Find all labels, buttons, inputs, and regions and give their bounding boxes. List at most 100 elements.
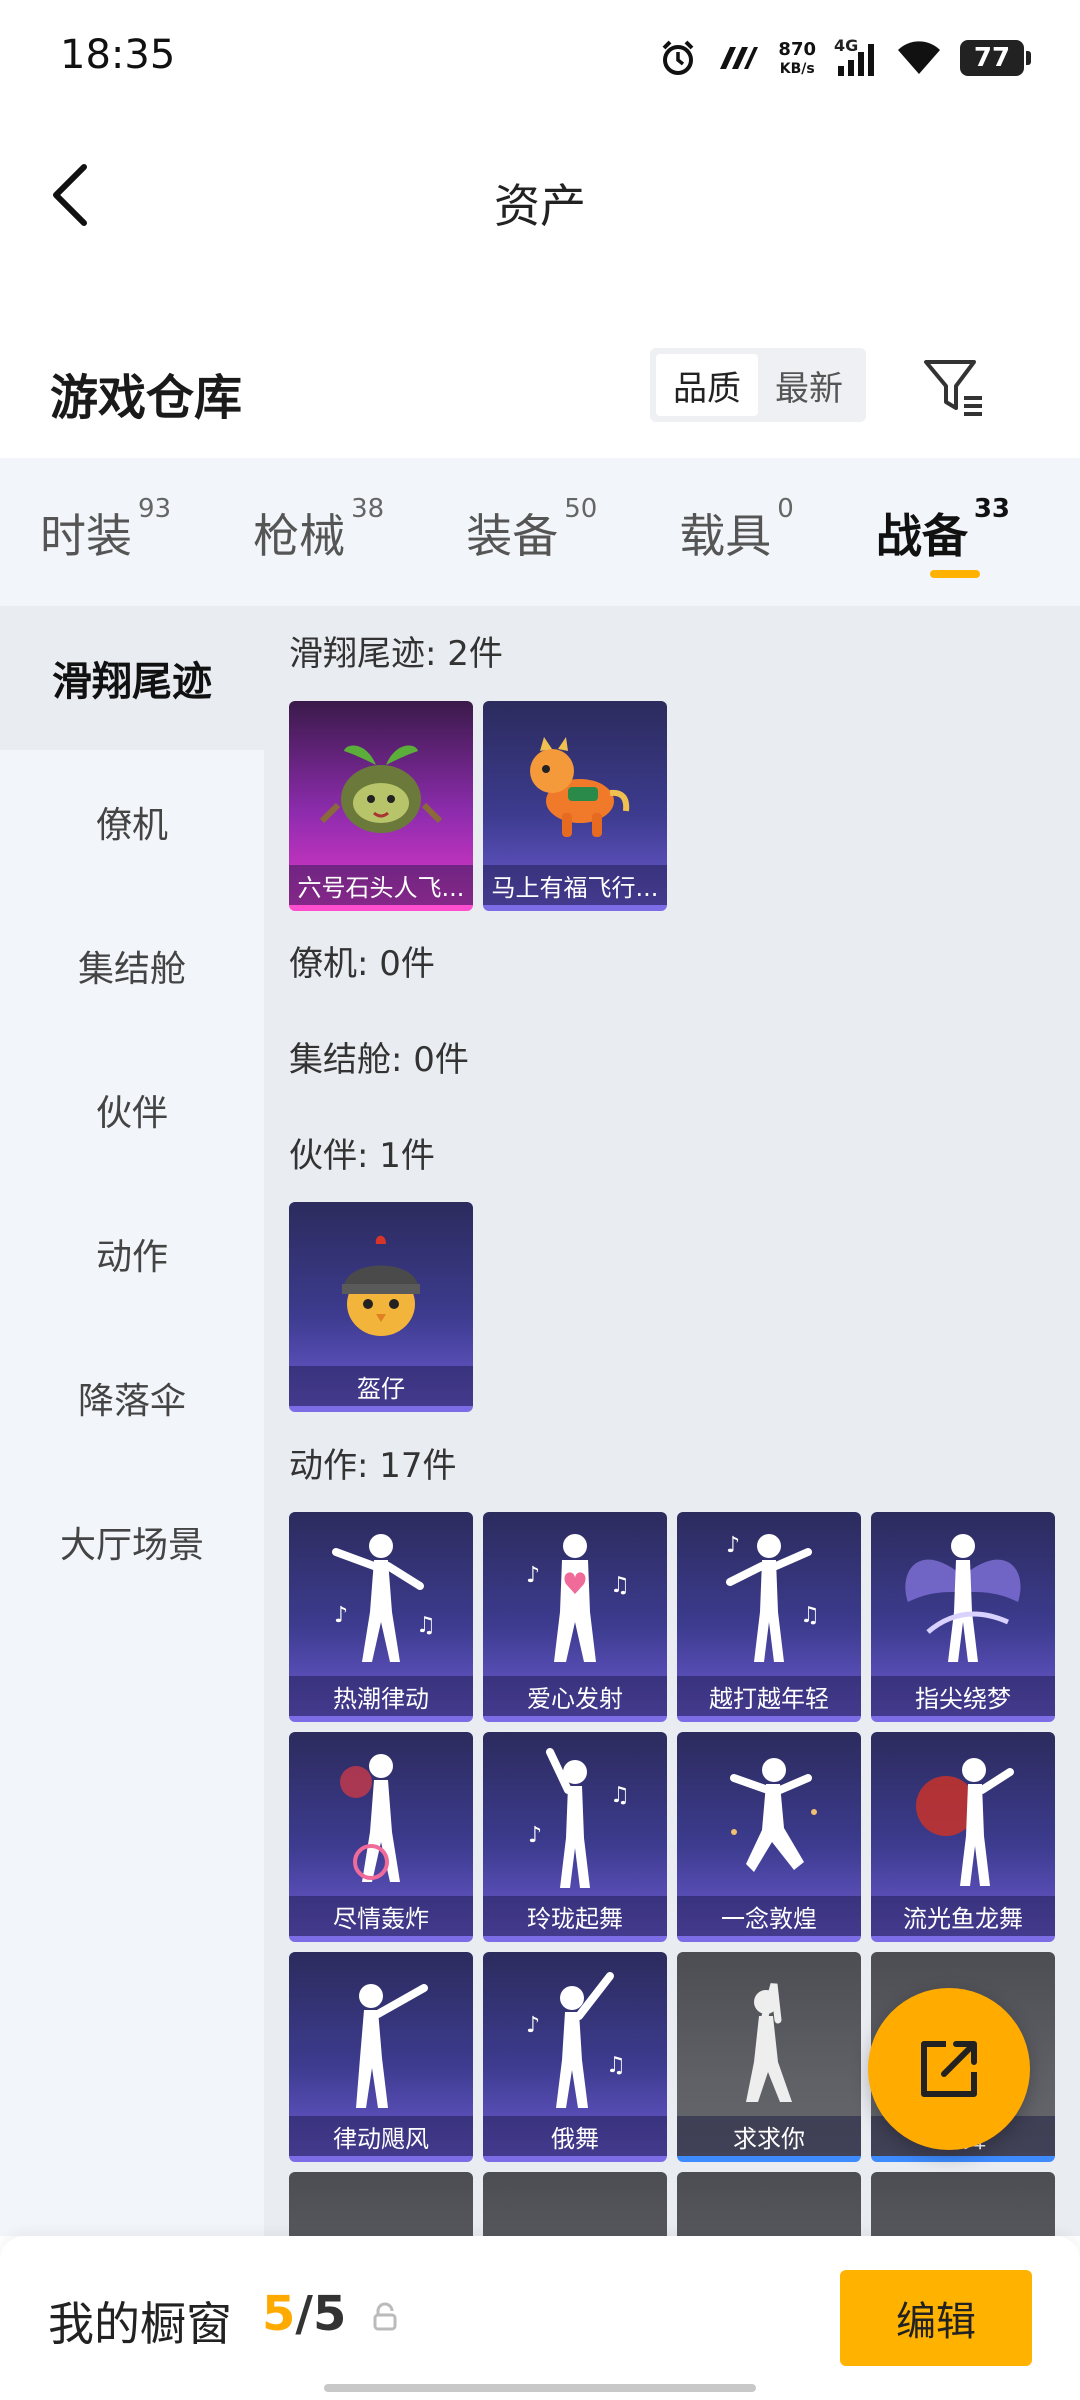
pray-pose-icon [677, 1952, 861, 2122]
sidebar: 滑翔尾迹 僚机 集结舱 伙伴 动作 降落伞 大厅场景 [0, 606, 264, 2236]
share-out-icon [921, 2041, 977, 2097]
category-tabs: 时装 93 枪械 38 装备 50 载具 0 战备 33 [0, 458, 1080, 606]
lock-icon [373, 2302, 397, 2331]
item-name: 尽情轰炸 [289, 1896, 473, 1936]
item-card[interactable]: 尽情轰炸 [289, 1732, 473, 1942]
item-card[interactable] [677, 2172, 861, 2236]
item-card[interactable] [871, 2172, 1055, 2236]
sidebar-item-capsule[interactable]: 集结舱 [0, 894, 264, 1038]
net-speed: 870 KB/s [778, 40, 816, 77]
item-name: 律动飓风 [289, 2116, 473, 2156]
dance-pose-icon: ♪ ♫ [677, 1512, 861, 1682]
dance-pose-icon [677, 1732, 861, 1902]
svg-text:♫: ♫ [416, 1613, 436, 1638]
item-card[interactable]: 六号石头人飞... [289, 701, 473, 911]
carrier-icon [720, 47, 759, 69]
dance-pose-icon [289, 1732, 473, 1902]
showcase-max: 5 [312, 2286, 347, 2342]
filter-icon [924, 360, 982, 416]
item-card[interactable]: ♪ ♫ 爱心发射 [483, 1512, 667, 1722]
showcase-separator: / [295, 2286, 313, 2342]
item-name: 六号石头人飞... [289, 865, 473, 905]
item-name: 俄舞 [483, 2116, 667, 2156]
dance-pose-icon [871, 1732, 1055, 1902]
nav-bar: 资产 [0, 110, 1080, 280]
page-title: 资产 [494, 179, 586, 233]
item-card[interactable]: 律动飓风 [289, 1952, 473, 2162]
item-name: 盔仔 [289, 1366, 473, 1406]
item-card[interactable] [289, 2172, 473, 2236]
tab-label: 载具 [679, 509, 772, 563]
svg-text:♪: ♪ [334, 1603, 348, 1628]
wing-pose-icon [871, 1512, 1055, 1682]
sidebar-item-wingman[interactable]: 僚机 [0, 750, 264, 894]
status-time: 18:35 [60, 32, 176, 78]
tab-count: 0 [777, 494, 794, 524]
sprout-creature-icon [289, 701, 473, 871]
item-card[interactable]: 一念敦煌 [677, 1732, 861, 1942]
item-card[interactable]: 流光鱼龙舞 [871, 1732, 1055, 1942]
tab-equipment[interactable]: 装备 50 [466, 458, 597, 606]
tab-guns[interactable]: 枪械 38 [253, 458, 384, 606]
item-name: 越打越年轻 [677, 1676, 861, 1716]
svg-text:♪: ♪ [526, 1563, 540, 1588]
item-card[interactable]: 指尖绕梦 [871, 1512, 1055, 1722]
warehouse-header: 游戏仓库 品质 最新 [0, 330, 1080, 450]
sidebar-item-glide-trail[interactable]: 滑翔尾迹 [0, 606, 264, 750]
status-icons: 870 KB/s 4G 77 [658, 30, 1031, 86]
tab-battle-gear[interactable]: 战备 33 [876, 458, 1010, 606]
svg-text:♪: ♪ [528, 1823, 542, 1848]
svg-text:♫: ♫ [800, 1603, 820, 1628]
item-name: 马上有福飞行... [483, 865, 667, 905]
status-bar: 18:35 870 KB/s 4G 77 [0, 0, 1080, 110]
helmet-chick-icon [289, 1202, 473, 1372]
net-speed-unit: KB/s [779, 60, 815, 77]
wifi-icon [898, 41, 940, 74]
sort-newest-button[interactable]: 最新 [758, 354, 860, 416]
item-card[interactable]: ♪ ♫ 越打越年轻 [677, 1512, 861, 1722]
showcase-label: 我的橱窗 [48, 2297, 232, 2351]
item-card[interactable]: 盔仔 [289, 1202, 473, 1412]
battery-icon: 77 [960, 40, 1031, 76]
battery-level: 77 [973, 43, 1011, 73]
showcase-current: 5 [262, 2286, 296, 2342]
sort-toggle: 品质 最新 [650, 348, 866, 422]
svg-text:♫: ♫ [610, 1783, 630, 1808]
item-card[interactable]: 求求你 [677, 1952, 861, 2162]
item-card[interactable] [483, 2172, 667, 2236]
dance-pose-icon: ♪ ♫ [483, 1952, 667, 2122]
tab-fashion[interactable]: 时装 93 [40, 458, 171, 606]
item-card[interactable]: ♪ ♫ 玲珑起舞 [483, 1732, 667, 1942]
group-title-emote: 动作: 17件 [289, 1446, 457, 1486]
item-card[interactable]: ♪ ♫ 俄舞 [483, 1952, 667, 2162]
signal-icon: 4G [834, 36, 878, 78]
svg-text:♪: ♪ [526, 2013, 540, 2038]
sidebar-item-parachute[interactable]: 降落伞 [0, 1326, 264, 1470]
item-name: 爱心发射 [483, 1676, 667, 1716]
group-title-partner: 伙伴: 1件 [289, 1136, 435, 1176]
dance-pose-icon: ♪ ♫ [483, 1732, 667, 1902]
bottom-bar: 我的橱窗 5/5 编辑 [0, 2236, 1080, 2400]
tab-label: 时装 [40, 509, 132, 563]
sidebar-item-emote[interactable]: 动作 [0, 1182, 264, 1326]
tab-vehicles[interactable]: 载具 0 [679, 458, 794, 606]
item-name: 热潮律动 [289, 1676, 473, 1716]
showcase-count: 5/5 [262, 2286, 346, 2342]
share-fab-button[interactable] [868, 1988, 1030, 2150]
svg-text:♫: ♫ [610, 1573, 630, 1598]
sidebar-item-partner[interactable]: 伙伴 [0, 1038, 264, 1182]
item-card[interactable]: ♪ ♫ 热潮律动 [289, 1512, 473, 1722]
edit-button[interactable]: 编辑 [840, 2270, 1032, 2366]
filter-button[interactable] [920, 354, 986, 420]
item-name: 求求你 [677, 2116, 861, 2156]
item-card[interactable]: 马上有福飞行... [483, 701, 667, 911]
tab-count: 93 [138, 494, 172, 524]
item-name: 流光鱼龙舞 [871, 1896, 1055, 1936]
item-name: 玲珑起舞 [483, 1896, 667, 1936]
sidebar-item-lobby-scene[interactable]: 大厅场景 [0, 1470, 264, 1614]
sort-quality-button[interactable]: 品质 [656, 354, 758, 416]
tab-label: 装备 [466, 509, 559, 563]
item-name: 一念敦煌 [677, 1896, 861, 1936]
home-indicator [324, 2384, 756, 2392]
tab-count: 33 [973, 494, 1011, 524]
